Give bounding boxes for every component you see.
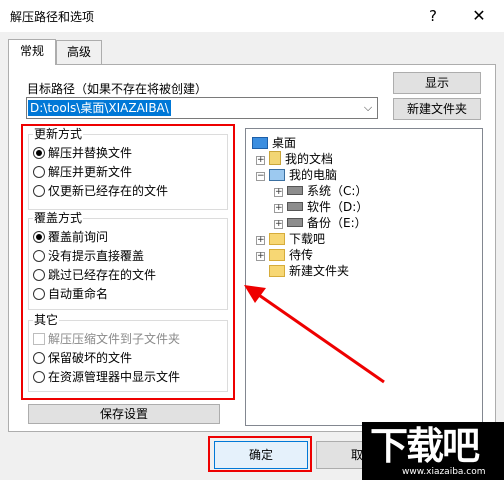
watermark-logo: 下载吧 www.xiazaiba.com [362,422,504,480]
annotation-arrow [244,285,385,384]
watermark-url: www.xiazaiba.com [402,467,486,477]
arrow-head [244,285,266,303]
tab-general[interactable]: 常规 [8,39,56,65]
watermark-main: 下载吧 [370,424,480,468]
arrow-shaft [255,291,385,384]
